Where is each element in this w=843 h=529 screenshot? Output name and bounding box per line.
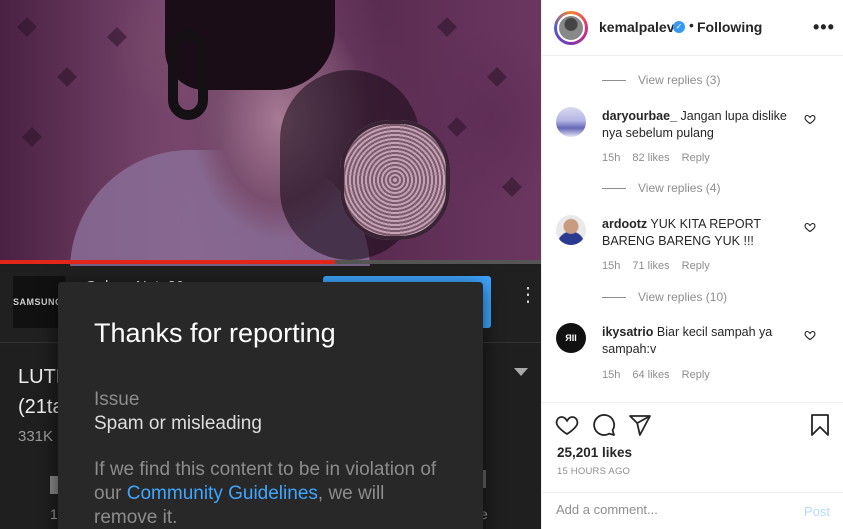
separator-dot: •: [689, 17, 694, 33]
post-actions: 25,201 likes 15 HOURS AGO: [542, 402, 843, 492]
video-progress-bar[interactable]: [0, 260, 541, 264]
avatar[interactable]: [557, 14, 585, 42]
report-dialog: Thanks for reporting Issue Spam or misle…: [58, 282, 483, 529]
community-guidelines-link[interactable]: Community Guidelines: [127, 483, 318, 504]
chevron-down-icon[interactable]: [514, 368, 528, 376]
bookmark-icon[interactable]: [808, 413, 832, 437]
comment-icon[interactable]: [592, 413, 616, 437]
video-title-line-2: (21ta: [18, 396, 64, 418]
replies-line: [602, 297, 626, 299]
video-title: LUTI (21ta: [18, 362, 64, 422]
wallpaper-pattern: [437, 17, 457, 37]
wallpaper-pattern: [17, 17, 37, 37]
wallpaper-pattern: [107, 27, 127, 47]
comment-text: daryourbae_ Jangan lupa dislike nya sebe…: [602, 108, 802, 142]
wallpaper-pattern: [487, 67, 507, 87]
share-icon[interactable]: [628, 413, 652, 437]
view-replies-label: View replies (3): [638, 73, 721, 87]
issue-value: Spam or misleading: [94, 413, 262, 434]
post-comment-button[interactable]: Post: [804, 504, 830, 519]
heart-icon[interactable]: [555, 413, 579, 437]
wallpaper-pattern: [502, 177, 522, 197]
view-replies-label: View replies (10): [638, 290, 728, 304]
add-comment-input[interactable]: [556, 502, 776, 517]
comment-time: 15h: [602, 152, 621, 164]
dialog-title: Thanks for reporting: [94, 318, 336, 348]
like-count: 1: [50, 506, 58, 522]
video-progress-fill: [0, 260, 336, 264]
comment-time: 15h: [602, 260, 621, 272]
reply-button[interactable]: Reply: [682, 260, 710, 272]
author-username[interactable]: kemalpalevi: [599, 19, 678, 35]
likes-count[interactable]: 25,201 likes: [557, 445, 632, 460]
video-frame[interactable]: [0, 0, 541, 270]
commenter-avatar[interactable]: ЯΙΙ: [556, 323, 586, 353]
comments-list[interactable]: View replies (3) daryourbae_ Jangan lupa…: [542, 57, 843, 402]
comment-username[interactable]: ikysatrio: [602, 325, 653, 339]
replies-line: [602, 80, 626, 82]
comment-meta: 15h 64 likes Reply: [602, 369, 722, 381]
add-comment-bar: Post: [542, 492, 843, 529]
commenter-avatar[interactable]: [556, 215, 586, 245]
post-header: kemalpalevi ✓ • Following •••: [542, 0, 843, 56]
comment-likes[interactable]: 82 likes: [632, 152, 669, 164]
kebab-menu-icon[interactable]: ⋮: [518, 285, 538, 305]
comment-likes[interactable]: 71 likes: [632, 260, 669, 272]
commenter-avatar[interactable]: [556, 107, 586, 137]
comment-time: 15h: [602, 369, 621, 381]
microphone: [340, 120, 450, 240]
comment-like-heart-icon[interactable]: [804, 329, 816, 341]
replies-line: [602, 188, 626, 190]
reply-button[interactable]: Reply: [682, 152, 710, 164]
comment-meta: 15h 71 likes Reply: [602, 260, 722, 272]
dialog-body: If we find this content to be in violati…: [94, 458, 447, 529]
view-replies-button[interactable]: View replies (4): [602, 181, 720, 195]
post-media[interactable]: SAMSUNG Galaxy Note20 ⋮ LUTI (21ta 331K …: [0, 0, 541, 529]
comment-like-heart-icon[interactable]: [804, 221, 816, 233]
comment-text: ardootz YUK KITA REPORT BARENG BARENG YU…: [602, 216, 802, 250]
view-replies-button[interactable]: View replies (10): [602, 290, 727, 304]
wallpaper-pattern: [447, 117, 467, 137]
avatar-logo-text: ЯΙΙ: [565, 333, 577, 343]
comment-username[interactable]: ardootz: [602, 217, 647, 231]
verified-badge-icon: ✓: [673, 21, 685, 33]
comment-meta: 15h 82 likes Reply: [602, 152, 722, 164]
comment-likes[interactable]: 64 likes: [632, 369, 669, 381]
issue-label: Issue: [94, 389, 140, 410]
following-button[interactable]: Following: [697, 19, 762, 35]
comment-text: ikysatrio Biar kecil sampah ya sampah:v: [602, 324, 802, 358]
view-count: 331K: [18, 428, 54, 445]
view-replies-button[interactable]: View replies (3): [602, 73, 720, 87]
headphone: [168, 30, 208, 120]
comment-username[interactable]: daryourbae_: [602, 109, 677, 123]
wallpaper-pattern: [22, 127, 42, 147]
view-replies-label: View replies (4): [638, 181, 721, 195]
like-icon[interactable]: [50, 476, 58, 494]
video-title-line-1: LUTI: [18, 366, 62, 388]
reply-button[interactable]: Reply: [682, 369, 710, 381]
comment-like-heart-icon[interactable]: [804, 113, 816, 125]
instagram-sidebar: kemalpalevi ✓ • Following ••• View repli…: [541, 0, 843, 529]
post-timestamp: 15 HOURS AGO: [557, 466, 631, 477]
more-options-icon[interactable]: •••: [813, 17, 835, 38]
wallpaper-pattern: [57, 67, 77, 87]
